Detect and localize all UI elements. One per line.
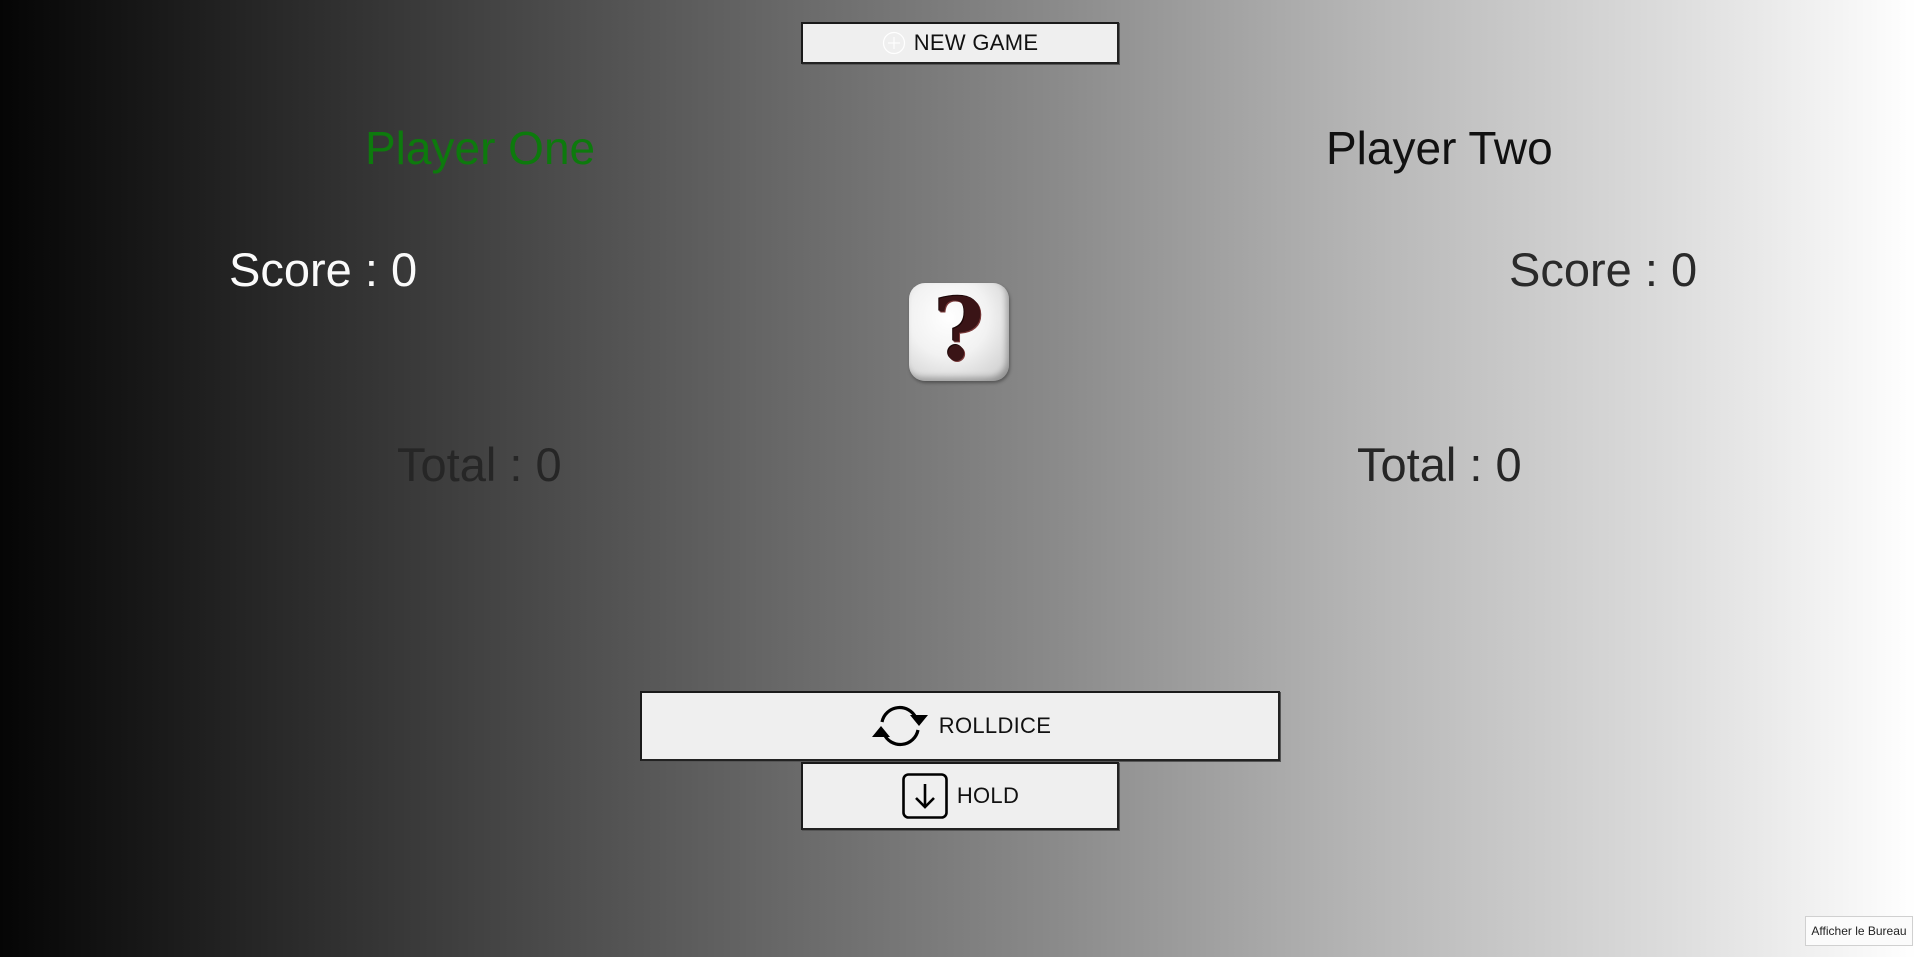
hold-label: HOLD (956, 783, 1020, 808)
arrow-down-box-icon (901, 772, 949, 820)
hold-button[interactable]: HOLD (801, 762, 1119, 830)
new-game-button[interactable]: NEW GAME (801, 22, 1119, 64)
roll-dice-label: ROLLDICE (938, 713, 1052, 738)
plus-circle-icon (882, 31, 906, 55)
player-two-total: Total : 0 (1357, 438, 1522, 491)
player-one-name: Player One (365, 122, 596, 174)
question-mark-icon: ? (933, 280, 985, 381)
show-desktop-tooltip: Afficher le Bureau (1805, 916, 1913, 946)
refresh-icon (869, 700, 931, 752)
player-one-score: Score : 0 (229, 243, 418, 296)
dice-image: ? (909, 283, 1009, 381)
new-game-label: NEW GAME (913, 30, 1039, 55)
roll-dice-button[interactable]: ROLLDICE (640, 691, 1280, 761)
player-one-total: Total : 0 (397, 438, 562, 491)
player-two-score: Score : 0 (1509, 243, 1698, 296)
player-two-name: Player Two (1326, 122, 1553, 174)
